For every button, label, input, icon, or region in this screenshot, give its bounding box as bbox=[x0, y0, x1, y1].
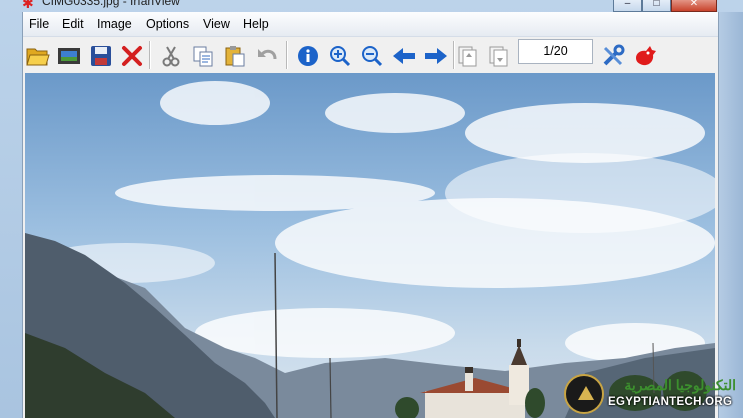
irfanview-logo-icon[interactable] bbox=[632, 43, 658, 69]
settings-icon[interactable] bbox=[600, 43, 626, 69]
previous-arrow-icon[interactable] bbox=[391, 43, 417, 69]
title-bar[interactable]: ✱ CIMG0335.jpg - IrfanView – □ ✕ bbox=[0, 0, 743, 12]
first-page-icon[interactable] bbox=[455, 43, 481, 69]
toolbar-separator bbox=[149, 41, 151, 69]
last-page-icon[interactable] bbox=[486, 43, 512, 69]
next-arrow-icon[interactable] bbox=[423, 43, 449, 69]
menu-options[interactable]: Options bbox=[146, 17, 189, 31]
egyptiantech-seal-icon bbox=[564, 374, 604, 414]
menu-edit[interactable]: Edit bbox=[62, 17, 84, 31]
caption-buttons: – □ ✕ bbox=[613, 0, 717, 12]
client-area: File Edit Image Options View Help 1/20 bbox=[22, 12, 719, 418]
landscape-photo bbox=[25, 73, 715, 418]
zoom-out-icon[interactable] bbox=[359, 43, 385, 69]
menu-image[interactable]: Image bbox=[97, 17, 132, 31]
window-title: CIMG0335.jpg - IrfanView bbox=[42, 0, 180, 8]
maximize-button[interactable]: □ bbox=[642, 0, 671, 12]
photo-viewport[interactable] bbox=[25, 73, 715, 418]
watermark-arabic: التكنولوجيا المصرية bbox=[624, 377, 736, 393]
menu-view[interactable]: View bbox=[203, 17, 230, 31]
slideshow-icon[interactable] bbox=[56, 43, 82, 69]
open-folder-icon[interactable] bbox=[25, 43, 51, 69]
info-icon[interactable] bbox=[295, 43, 321, 69]
zoom-in-icon[interactable] bbox=[327, 43, 353, 69]
window-border-right bbox=[717, 12, 743, 418]
menu-bar: File Edit Image Options View Help bbox=[23, 12, 718, 37]
toolbar-separator bbox=[286, 41, 288, 69]
close-button[interactable]: ✕ bbox=[671, 0, 717, 12]
cut-icon[interactable] bbox=[158, 43, 184, 69]
page-counter[interactable]: 1/20 bbox=[518, 39, 593, 64]
save-icon[interactable] bbox=[88, 43, 114, 69]
watermark-english: EGYPTIANTECH.ORG bbox=[608, 396, 733, 408]
copy-icon[interactable] bbox=[190, 43, 216, 69]
paste-icon[interactable] bbox=[222, 43, 248, 69]
watermark-logo: التكنولوجيا المصرية EGYPTIANTECH.ORG bbox=[564, 374, 739, 416]
undo-icon[interactable] bbox=[254, 43, 280, 69]
irfanview-app-icon[interactable]: ✱ bbox=[22, 0, 36, 10]
toolbar: 1/20 bbox=[23, 37, 718, 71]
menu-help[interactable]: Help bbox=[243, 17, 269, 31]
delete-icon[interactable] bbox=[119, 43, 145, 69]
menu-file[interactable]: File bbox=[29, 17, 49, 31]
minimize-button[interactable]: – bbox=[613, 0, 642, 12]
